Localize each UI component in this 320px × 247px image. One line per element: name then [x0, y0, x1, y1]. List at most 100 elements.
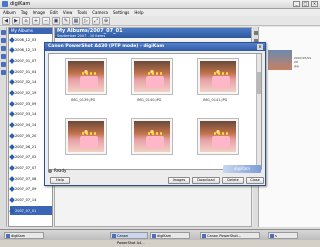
- search-tab-icon[interactable]: [1, 54, 6, 59]
- birthday-cake-photo: [68, 61, 104, 92]
- candle-flame: [90, 72, 92, 75]
- images-button[interactable]: Images: [168, 177, 190, 184]
- menu-tag[interactable]: Tag: [21, 10, 28, 15]
- minimize-button[interactable]: _: [293, 1, 300, 7]
- photo-caption: IMG_0141.JPG: [203, 98, 228, 102]
- folder-icon: [9, 79, 15, 86]
- menu-settings[interactable]: Settings: [113, 10, 129, 15]
- digikam-logo: digiKam: [223, 165, 261, 173]
- candle-flame: [86, 72, 88, 75]
- menu-view[interactable]: View: [63, 10, 73, 15]
- menu-camera[interactable]: Camera: [92, 10, 108, 15]
- albums-tab-icon[interactable]: [1, 30, 6, 35]
- menu-album[interactable]: Album: [3, 10, 16, 15]
- help-button[interactable]: Help: [50, 177, 70, 184]
- camera-photo-thumbnail[interactable]: [65, 118, 107, 155]
- candle-flame: [226, 72, 228, 75]
- candle-flame: [94, 132, 96, 135]
- album-item-label: 2007_07_14: [15, 198, 37, 202]
- camera-photo-thumbnail[interactable]: [131, 58, 173, 95]
- back-icon[interactable]: ◀: [2, 16, 10, 25]
- taskbar-item[interactable]: digiKam: [4, 232, 44, 239]
- cake-shape: [146, 76, 164, 88]
- camera-photo-thumbnail[interactable]: [65, 58, 107, 95]
- menu-tools[interactable]: Tools: [77, 10, 87, 15]
- album-item-label: 2007_01_07: [15, 58, 37, 63]
- album-item-label: 2007_06_21: [15, 144, 37, 149]
- fullscreen-icon[interactable]: ⤢: [92, 16, 100, 25]
- photo-grid-scrollbar[interactable]: [256, 54, 261, 169]
- delete-button[interactable]: Delete: [222, 177, 244, 184]
- album-item-label: 2007_04_14: [15, 123, 37, 128]
- folder-icon: [9, 68, 15, 75]
- digikam-app-icon: [2, 1, 8, 7]
- new-album-icon[interactable]: +: [32, 16, 40, 25]
- album-item-label: 2007_07_02: [15, 155, 37, 160]
- album-item[interactable]: 2007_07_09: [9, 185, 52, 194]
- preview-thumbnail[interactable]: [268, 50, 292, 70]
- preview-meta: 2007/07/01 20 jpg: [294, 56, 311, 68]
- taskbar-item[interactable]: s: [268, 232, 298, 239]
- scrollbar-knob[interactable]: [257, 72, 261, 94]
- folder-icon: [9, 36, 15, 43]
- albums-header: My Albums: [9, 28, 52, 34]
- menu-edit[interactable]: Edit: [50, 10, 58, 15]
- taskbar-item[interactable]: digiKam: [150, 232, 190, 239]
- birthday-cake-photo: [134, 61, 170, 92]
- status-text: Ready: [54, 168, 67, 173]
- menu-bar: Album Tag Image Edit View Tools Camera S…: [0, 9, 320, 16]
- main-toolbar: ◀ ▶ ⌂ + − ▣ ✎ ▦ ▷ ⤢ ⊕: [0, 16, 320, 26]
- candle-flame: [226, 132, 228, 135]
- calendar-tab-icon[interactable]: [1, 38, 6, 43]
- album-item[interactable]: 2007_07_14: [9, 196, 52, 205]
- slideshow-icon[interactable]: ▷: [82, 16, 90, 25]
- taskbar-item[interactable]: Canon PowerShot A4...: [110, 232, 148, 245]
- delete-album-icon[interactable]: −: [42, 16, 50, 25]
- task-label: Canon PowerShot...: [207, 234, 242, 238]
- forward-icon[interactable]: ▶: [12, 16, 20, 25]
- taskbar-item[interactable]: Canon PowerShot...: [200, 232, 260, 239]
- edit-icon[interactable]: ✎: [62, 16, 70, 25]
- view-icon[interactable]: ▣: [52, 16, 60, 25]
- menu-help[interactable]: Help: [134, 10, 143, 15]
- photo-caption: IMG_0140.JPG: [137, 98, 162, 102]
- folder-icon: [9, 90, 15, 96]
- dialog-buttons: Help Images Download Delete Close: [48, 177, 264, 185]
- candle-flame: [152, 132, 154, 135]
- cake-shape: [80, 136, 98, 148]
- birthday-cake-photo: [200, 121, 236, 152]
- menu-image[interactable]: Image: [33, 10, 46, 15]
- album-item-label: 2007_02_14: [15, 80, 37, 85]
- map-tab-icon[interactable]: [1, 70, 6, 75]
- folder-icon: [9, 143, 15, 150]
- folder-icon: [9, 132, 15, 139]
- album-banner: My Albums/2007_07_01 September 2007 - 10…: [55, 28, 251, 38]
- candle-flame: [214, 72, 216, 75]
- birthday-cake-photo: [68, 121, 104, 152]
- folder-icon: [9, 186, 15, 193]
- dialog-status: Ready: [48, 168, 66, 173]
- close-window-button[interactable]: ×: [311, 1, 318, 7]
- album-item-label: 2007_07_01: [15, 208, 37, 213]
- camera-photo-thumbnail[interactable]: [131, 118, 173, 155]
- camera-photo-thumbnail[interactable]: [197, 58, 239, 95]
- maximize-button[interactable]: □: [302, 1, 309, 7]
- camera-photo-thumbnail[interactable]: [197, 118, 239, 155]
- home-icon[interactable]: ⌂: [22, 16, 30, 25]
- candle-flame: [82, 72, 84, 75]
- photo-caption: IMG_0139.JPG: [71, 98, 96, 102]
- folder-icon: [9, 58, 15, 64]
- lighttable-icon[interactable]: ▦: [72, 16, 80, 25]
- tags-tab-icon[interactable]: [1, 46, 6, 51]
- properties-tab-icon[interactable]: [254, 31, 258, 35]
- camera-photo-grid: IMG_0139.JPG IMG_0140.JPG IMG_0141.JPG: [48, 53, 262, 170]
- dialog-close-icon[interactable]: ×: [257, 44, 263, 50]
- zoom-icon[interactable]: ⊕: [102, 16, 110, 25]
- album-item[interactable]: 2007_07_01: [9, 206, 52, 216]
- album-item-label: 2007_02_19: [15, 91, 37, 95]
- timeline-tab-icon[interactable]: [1, 62, 6, 67]
- left-sidebar-tabs: [0, 27, 7, 227]
- birthday-cake-photo: [134, 121, 170, 152]
- close-button[interactable]: Close: [246, 177, 264, 184]
- download-button[interactable]: Download: [192, 177, 220, 184]
